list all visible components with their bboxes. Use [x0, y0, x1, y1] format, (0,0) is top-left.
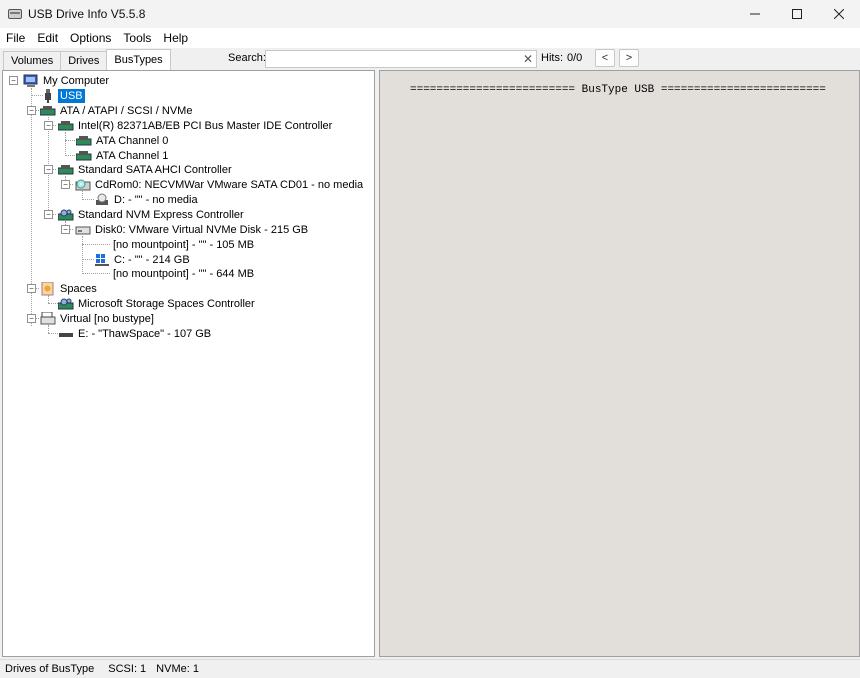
close-icon[interactable]: ✕ [523, 52, 533, 66]
status-nvme-count: NVMe: 1 [156, 663, 199, 675]
maximize-button[interactable] [776, 0, 818, 28]
controller-icon [57, 163, 74, 177]
collapse-toggle[interactable]: − [44, 121, 53, 130]
maximize-icon [792, 9, 802, 19]
details-pane: ========================= BusType USB ==… [379, 70, 860, 657]
bustype-tree[interactable]: − My Computer USB − ATA / ATAPI / SCSI /… [2, 70, 375, 657]
tab-volumes[interactable]: Volumes [3, 51, 62, 70]
tree-node-drive-e[interactable]: E: - "ThawSpace" - 107 GB [58, 326, 213, 341]
hits-value: 0/0 [567, 52, 583, 64]
minimize-icon [750, 13, 760, 15]
tree-node-cdrom0[interactable]: CdRom0: NECVMWar VMware SATA CD01 - no m… [75, 177, 365, 192]
bustype-header: ========================= BusType USB ==… [410, 84, 826, 96]
tree-line [65, 132, 66, 156]
collapse-toggle[interactable]: − [27, 314, 36, 323]
menu-bar: File Edit Options Tools Help [0, 28, 860, 48]
collapse-toggle[interactable]: − [44, 165, 53, 174]
tree-line [48, 325, 49, 333]
tree-node-ata-channel-0[interactable]: ATA Channel 0 [75, 133, 170, 148]
collapse-toggle[interactable]: − [27, 106, 36, 115]
tree-node-nvme-controller[interactable]: Standard NVM Express Controller [57, 207, 246, 222]
tree-node-intel-ide[interactable]: Intel(R) 82371AB/EB PCI Bus Master IDE C… [57, 118, 334, 133]
tree-node-disk0[interactable]: Disk0: VMware Virtual NVMe Disk - 215 GB [75, 222, 310, 237]
computer-icon [23, 74, 39, 88]
nvme-controller-icon [57, 297, 74, 311]
tree-node-drive-d[interactable]: D: - "" - no media [94, 192, 200, 207]
title-bar: USB Drive Info V5.5.8 [0, 0, 860, 28]
tree-line [82, 244, 110, 245]
menu-help[interactable]: Help [157, 31, 194, 45]
windows-drive-icon [94, 253, 110, 267]
disk-icon [75, 223, 91, 237]
tab-drives[interactable]: Drives [60, 51, 108, 70]
collapse-toggle[interactable]: − [61, 225, 70, 234]
status-label: Drives of BusType [5, 663, 95, 675]
tree-line [48, 295, 49, 303]
search-label: Search: [228, 52, 266, 64]
collapse-toggle[interactable]: − [61, 180, 70, 189]
controller-icon [75, 134, 92, 148]
cdrom-icon [75, 178, 91, 192]
previous-hit-button[interactable]: < [595, 49, 615, 67]
chevron-left-icon: < [601, 52, 609, 64]
tree-node-sata-ahci[interactable]: Standard SATA AHCI Controller [57, 162, 234, 177]
controller-icon [57, 119, 74, 133]
app-icon [8, 7, 22, 21]
cd-drive-icon [94, 193, 110, 207]
tree-node-storage-spaces-controller[interactable]: Microsoft Storage Spaces Controller [57, 296, 257, 311]
tree-line [82, 199, 94, 200]
tree-line [82, 259, 94, 260]
search-input[interactable] [266, 51, 516, 67]
virtual-icon [40, 311, 56, 326]
tree-node-ata[interactable]: ATA / ATAPI / SCSI / NVMe [39, 103, 194, 118]
search-box: ✕ [265, 50, 537, 68]
close-button[interactable] [818, 0, 860, 28]
menu-edit[interactable]: Edit [31, 31, 64, 45]
menu-file[interactable]: File [0, 31, 31, 45]
controller-icon [75, 149, 92, 163]
status-bar: Drives of BusType SCSI: 1 NVMe: 1 [0, 659, 860, 678]
tab-bustypes[interactable]: BusTypes [106, 49, 171, 70]
chevron-right-icon: > [625, 52, 633, 64]
hits-label: Hits: [541, 52, 563, 64]
tree-node-usb[interactable]: USB [40, 88, 85, 103]
tree-node-drive-c[interactable]: C: - "" - 214 GB [94, 252, 192, 267]
collapse-toggle[interactable]: − [9, 76, 18, 85]
drive-icon [58, 327, 74, 341]
nvme-controller-icon [57, 208, 74, 222]
toolbar: Volumes Drives BusTypes Search: ✕ Hits: … [0, 48, 860, 70]
menu-options[interactable]: Options [64, 31, 117, 45]
tree-node-my-computer[interactable]: My Computer [23, 73, 111, 88]
tree-node-ata-channel-1[interactable]: ATA Channel 1 [75, 148, 170, 163]
collapse-toggle[interactable]: − [44, 210, 53, 219]
tree-node-virtual[interactable]: Virtual [no bustype] [40, 311, 156, 326]
tree-line [82, 273, 110, 274]
collapse-toggle[interactable]: − [27, 284, 36, 293]
spaces-icon [40, 281, 56, 296]
next-hit-button[interactable]: > [619, 49, 639, 67]
status-scsi-count: SCSI: 1 [108, 663, 147, 675]
window-controls [734, 0, 860, 28]
tab-strip: Volumes Drives BusTypes [3, 49, 171, 70]
tree-node-spaces[interactable]: Spaces [40, 281, 99, 296]
minimize-button[interactable] [734, 0, 776, 28]
tree-node-partition-105mb[interactable]: [no mountpoint] - "" - 105 MB [111, 237, 256, 252]
menu-tools[interactable]: Tools [117, 31, 157, 45]
tree-node-partition-644mb[interactable]: [no mountpoint] - "" - 644 MB [111, 266, 256, 281]
usb-plug-icon [40, 88, 56, 103]
controller-icon [39, 104, 56, 118]
close-icon [834, 9, 844, 19]
tree-line [82, 236, 83, 274]
window-title: USB Drive Info V5.5.8 [28, 7, 146, 21]
